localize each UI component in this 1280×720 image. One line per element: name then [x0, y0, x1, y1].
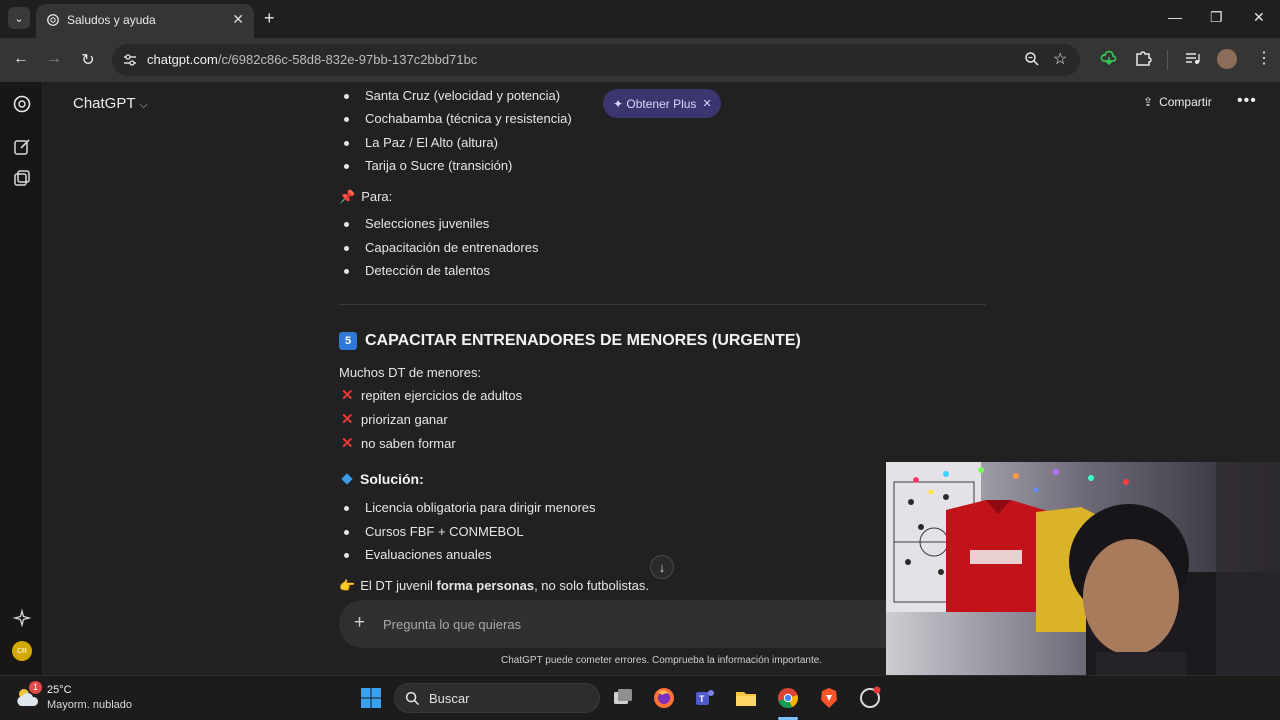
model-name: ChatGPT — [73, 95, 136, 112]
pushpin-icon: 📌 — [339, 189, 356, 204]
cross-mark-icon: ✕ — [341, 435, 354, 452]
section-heading: 5 CAPACITAR ENTRENADORES DE MENORES (URGE… — [339, 332, 801, 350]
profile-avatar[interactable] — [1217, 49, 1237, 69]
tab-search-chevron-icon[interactable]: ⌄ — [8, 7, 30, 29]
problem-item: ✕ priorizan ganar — [341, 411, 448, 428]
weather-widget[interactable]: 1 — [15, 681, 42, 708]
share-icon: ⇪ — [1143, 95, 1154, 109]
chatgpt-favicon-icon — [47, 14, 59, 26]
url-path: /c/6982c86c-58d8-832e-97bb-137c2bbd71bc — [217, 52, 478, 67]
dismiss-plus-icon[interactable]: ✕ — [702, 97, 711, 110]
chevron-down-icon: ⌵ — [139, 99, 148, 111]
windows-taskbar: 1 25°C Mayorm. nublado Buscar T — [0, 675, 1280, 720]
new-tab-button[interactable]: + — [264, 8, 275, 28]
file-explorer-icon[interactable] — [734, 686, 758, 710]
extensions-puzzle-icon[interactable] — [1134, 49, 1152, 67]
share-label: Compartir — [1159, 95, 1212, 109]
weather-badge: 1 — [29, 681, 42, 694]
closing-line: 👉 El DT juvenil forma personas, no solo f… — [339, 578, 649, 593]
para-line: 📌 Para: — [339, 189, 393, 204]
more-options-icon[interactable]: ••• — [1237, 92, 1257, 110]
keycap-number-icon: 5 — [339, 332, 357, 350]
section-title: CAPACITAR ENTRENADORES DE MENORES (URGEN… — [365, 332, 801, 349]
minimize-icon[interactable]: — — [1168, 9, 1182, 25]
cross-mark-icon: ✕ — [341, 387, 354, 404]
library-icon[interactable] — [12, 168, 32, 188]
taskbar-search-label: Buscar — [429, 691, 470, 706]
restore-icon[interactable]: ❐ — [1210, 9, 1223, 26]
weather-description: Mayorm. nublado — [47, 699, 132, 711]
browser-toolbar: ← → ↻ chatgpt.com/c/6982c86c-58d8-832e-9… — [0, 38, 1280, 82]
tab-close-icon[interactable]: ✕ — [232, 11, 244, 28]
model-selector[interactable]: ChatGPT ⌵ — [73, 95, 148, 112]
arrow-down-icon: ↓ — [658, 559, 666, 575]
search-icon — [405, 691, 420, 706]
browser-tab-bar: ⌄ Saludos y ayuda ✕ + — ❐ ✕ — [0, 0, 1280, 38]
share-button[interactable]: ⇪ Compartir — [1143, 95, 1212, 109]
back-icon[interactable]: ← — [11, 50, 31, 68]
openai-logo-icon[interactable] — [12, 94, 32, 114]
prompt-input[interactable]: Pregunta lo que quieras — [383, 617, 521, 632]
intro-text: Muchos DT de menores: — [339, 365, 482, 380]
toolbar-divider — [1167, 50, 1168, 70]
brave-icon[interactable] — [817, 686, 841, 710]
cross-mark-icon: ✕ — [341, 411, 354, 428]
reload-icon[interactable]: ↻ — [78, 50, 98, 70]
get-plus-label: ✦ Obtener Plus — [613, 96, 697, 111]
pointing-hand-icon: 👉 — [339, 578, 356, 593]
url-host: chatgpt.com — [147, 52, 218, 67]
browser-menu-icon[interactable]: ⋮ — [1256, 48, 1272, 68]
bookmark-star-icon[interactable]: ☆ — [1053, 49, 1067, 69]
sparkle-icon[interactable] — [12, 608, 32, 628]
svg-text:T: T — [699, 694, 705, 704]
disclaimer-text: ChatGPT puede cometer errores. Comprueba… — [501, 655, 823, 666]
window-close-icon[interactable]: ✕ — [1253, 9, 1265, 26]
weather-temperature: 25°C — [47, 684, 72, 696]
blue-diamond-icon — [341, 473, 353, 485]
problem-item: ✕ no saben formar — [341, 435, 456, 452]
prompt-composer[interactable]: + Pregunta lo que quieras — [339, 600, 899, 648]
section-divider — [339, 304, 986, 305]
problem-item: ✕ repiten ejercicios de adultos — [341, 387, 523, 404]
app-tray-icon[interactable] — [858, 686, 882, 710]
url-text: chatgpt.com/c/6982c86c-58d8-832e-97bb-13… — [147, 52, 477, 67]
solution-heading: Solución: — [339, 471, 424, 487]
media-queue-icon[interactable] — [1184, 49, 1202, 67]
task-view-icon[interactable] — [611, 686, 635, 710]
address-bar[interactable]: chatgpt.com/c/6982c86c-58d8-832e-97bb-13… — [112, 44, 1080, 76]
forward-icon[interactable]: → — [44, 50, 64, 68]
sidebar-rail: CR — [0, 82, 43, 675]
taskbar-search[interactable]: Buscar — [394, 683, 600, 713]
site-info-icon[interactable] — [122, 52, 138, 68]
teams-icon[interactable]: T — [693, 686, 717, 710]
firefox-icon[interactable] — [652, 686, 676, 710]
windows-start-icon[interactable] — [359, 686, 383, 710]
attach-plus-icon[interactable]: + — [354, 612, 365, 634]
user-avatar[interactable]: CR — [12, 641, 32, 661]
zoom-icon[interactable] — [1024, 51, 1040, 67]
browser-tab[interactable]: Saludos y ayuda ✕ — [36, 4, 254, 38]
extension-cloud-icon[interactable] — [1100, 49, 1118, 67]
get-plus-button[interactable]: ✦ Obtener Plus ✕ — [603, 89, 721, 118]
new-chat-icon[interactable] — [12, 137, 32, 157]
tab-title: Saludos y ayuda — [67, 13, 156, 27]
chrome-icon[interactable] — [776, 686, 800, 710]
scroll-to-bottom-button[interactable]: ↓ — [650, 555, 674, 579]
